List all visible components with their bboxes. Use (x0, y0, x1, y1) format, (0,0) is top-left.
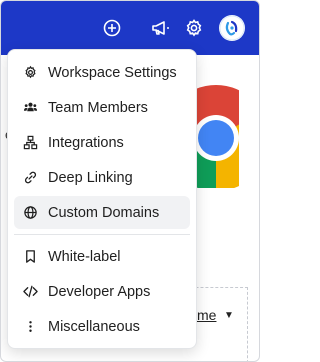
menu-item-label: Team Members (48, 99, 148, 116)
menu-item-white-label[interactable]: White-label (14, 240, 190, 273)
top-bar (1, 1, 259, 55)
bookmark-icon (22, 249, 38, 265)
more-vertical-icon (22, 319, 38, 335)
menu-item-deep-linking[interactable]: Deep Linking (14, 161, 190, 194)
menu-item-label: Miscellaneous (48, 318, 140, 335)
menu-item-integrations[interactable]: Integrations (14, 126, 190, 159)
gear-icon (22, 65, 38, 81)
menu-item-label: Integrations (48, 134, 124, 151)
menu-item-label: Workspace Settings (48, 64, 177, 81)
link-icon (22, 170, 38, 186)
app-frame: e me ▼ Workspace Settings Team Memb (0, 0, 260, 362)
menu-item-label: Developer Apps (48, 283, 151, 300)
chevron-down-icon[interactable]: ▼ (224, 310, 234, 321)
background-link[interactable]: me (197, 307, 216, 323)
menu-item-label: Deep Linking (48, 169, 133, 186)
plus-circle-icon[interactable] (101, 17, 123, 39)
megaphone-icon[interactable] (149, 17, 171, 39)
menu-item-developer-apps[interactable]: Developer Apps (14, 275, 190, 308)
menu-divider (14, 234, 190, 235)
code-icon (22, 284, 38, 300)
menu-item-miscellaneous[interactable]: Miscellaneous (14, 310, 190, 343)
menu-item-custom-domains[interactable]: Custom Domains (14, 196, 190, 229)
menu-item-workspace-settings[interactable]: Workspace Settings (14, 56, 190, 89)
menu-item-team-members[interactable]: Team Members (14, 91, 190, 124)
menu-item-label: Custom Domains (48, 204, 160, 221)
settings-dropdown-menu: Workspace Settings Team Members Integrat… (7, 49, 197, 349)
team-icon (22, 100, 38, 116)
avatar[interactable] (219, 15, 245, 41)
gear-icon[interactable] (183, 17, 205, 39)
globe-icon (22, 205, 38, 221)
integrations-icon (22, 135, 38, 151)
menu-item-label: White-label (48, 248, 121, 265)
